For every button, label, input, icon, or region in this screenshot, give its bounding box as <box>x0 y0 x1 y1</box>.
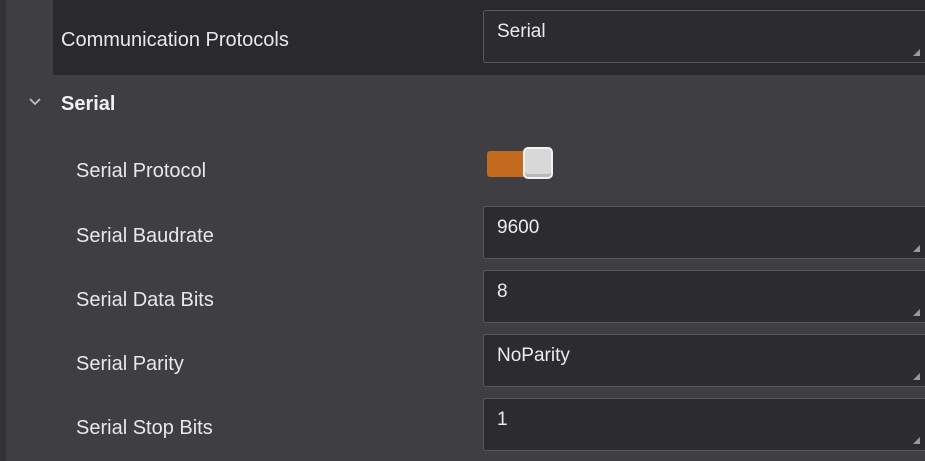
resize-grip-icon <box>913 245 920 252</box>
serial-data-bits-select[interactable]: 8 <box>483 270 925 323</box>
serial-data-bits-value: 8 <box>497 281 508 302</box>
serial-baudrate-value: 9600 <box>497 217 540 238</box>
resize-grip-icon <box>913 309 920 316</box>
serial-stop-bits-row: Serial Stop Bits 1 <box>0 397 925 461</box>
serial-stop-bits-select[interactable]: 1 <box>483 398 925 451</box>
serial-protocol-label: Serial Protocol <box>76 160 207 182</box>
serial-data-bits-row: Serial Data Bits 8 <box>0 269 925 329</box>
serial-stop-bits-label: Serial Stop Bits <box>76 417 213 439</box>
properties-panel: Communication Protocols Serial Serial Se… <box>0 0 925 461</box>
serial-stop-bits-value: 1 <box>497 409 508 430</box>
serial-section-title: Serial <box>61 93 116 115</box>
serial-baudrate-row: Serial Baudrate 9600 <box>0 205 925 265</box>
chevron-down-icon[interactable] <box>27 94 43 110</box>
serial-parity-label: Serial Parity <box>76 353 184 375</box>
serial-section-header[interactable]: Serial <box>0 82 925 126</box>
serial-baudrate-select[interactable]: 9600 <box>483 206 925 259</box>
resize-grip-icon <box>913 373 920 380</box>
resize-grip-icon <box>913 49 920 56</box>
serial-parity-select[interactable]: NoParity <box>483 334 925 387</box>
serial-parity-value: NoParity <box>497 345 570 366</box>
serial-protocol-toggle[interactable] <box>487 146 553 180</box>
communication-protocols-label: Communication Protocols <box>61 29 289 51</box>
toggle-knob[interactable] <box>523 147 553 179</box>
serial-parity-row: Serial Parity NoParity <box>0 333 925 393</box>
serial-protocol-row: Serial Protocol <box>0 140 925 200</box>
communication-protocols-select[interactable]: Serial <box>483 10 925 63</box>
communication-protocols-value: Serial <box>497 21 546 42</box>
resize-grip-icon <box>913 437 920 444</box>
serial-data-bits-label: Serial Data Bits <box>76 289 214 311</box>
communication-protocols-row[interactable]: Communication Protocols Serial <box>0 0 925 75</box>
serial-baudrate-label: Serial Baudrate <box>76 225 214 247</box>
